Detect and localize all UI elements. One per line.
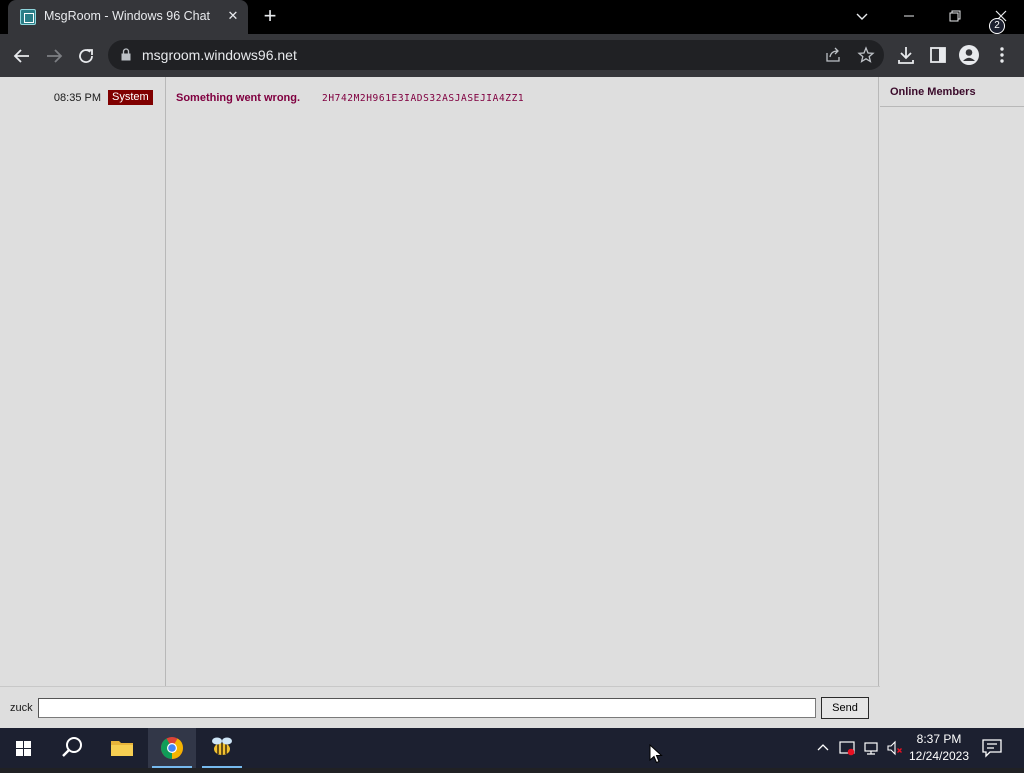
address-bar[interactable]: msgroom.windows96.net (108, 40, 884, 70)
message-text: Something went wrong. (176, 92, 301, 104)
clock-date: 12/24/2023 (908, 749, 970, 763)
chevron-up-icon[interactable] (814, 739, 832, 757)
security-icon[interactable] (838, 739, 856, 757)
message-input-row: zuck Send (0, 686, 880, 728)
bee-app-icon (212, 737, 232, 755)
share-icon[interactable] (824, 46, 842, 64)
file-explorer-icon[interactable] (98, 728, 146, 768)
msgroom-page: 08:35 PM System Something went wrong. 2H… (0, 77, 1024, 728)
window96-favicon (20, 9, 36, 25)
network-icon[interactable] (862, 739, 880, 757)
new-tab-icon[interactable]: + (258, 5, 282, 29)
windows-taskbar: 8:37 PM 12/24/2023 (0, 728, 1024, 768)
profile-icon[interactable] (958, 44, 980, 66)
system-badge: System (108, 90, 153, 105)
url-text[interactable]: msgroom.windows96.net (142, 47, 297, 63)
tab-title: MsgRoom - Windows 96 Chat (44, 9, 211, 23)
browser-titlebar: MsgRoom - Windows 96 Chat ✕ + (0, 0, 1024, 34)
message-input[interactable] (38, 698, 816, 718)
tab-close-icon[interactable]: ✕ (224, 7, 242, 25)
back-arrow-icon[interactable] (8, 42, 36, 70)
bee-app-taskbar-button[interactable] (198, 728, 246, 768)
menu-dots-icon[interactable] (991, 44, 1013, 66)
download-icon[interactable] (895, 44, 917, 66)
message-time: 08:35 PM (53, 92, 101, 104)
forward-arrow-icon[interactable] (40, 42, 68, 70)
message-meta-column: 08:35 PM System (0, 77, 166, 686)
chat-log: Something went wrong. 2H742M2H961E3IADS3… (167, 77, 879, 686)
online-members-panel: Online Members (880, 77, 1024, 728)
windows-start-icon[interactable] (0, 728, 48, 768)
send-button[interactable]: Send (821, 697, 869, 719)
mouse-cursor-icon (649, 744, 663, 764)
nickname-label[interactable]: zuck (10, 702, 33, 714)
browser-tab[interactable]: MsgRoom - Windows 96 Chat ✕ (8, 0, 248, 34)
members-header: Online Members (880, 77, 1024, 107)
system-clock[interactable]: 8:37 PM 12/24/2023 (904, 731, 974, 765)
star-icon[interactable] (857, 46, 875, 64)
notification-icon[interactable] (980, 737, 1004, 759)
search-icon[interactable] (48, 728, 96, 768)
reload-icon[interactable] (72, 42, 100, 70)
restore-icon[interactable] (932, 0, 978, 32)
notification-count-badge: 2 (989, 18, 1005, 34)
members-title: Online Members (890, 86, 976, 98)
tab-search-icon[interactable] (852, 8, 872, 26)
minimize-icon[interactable] (886, 0, 932, 32)
message-code: 2H742M2H961E3IADS32ASJASEJIA4ZZ1 (322, 93, 525, 104)
chrome-taskbar-button[interactable] (148, 728, 196, 768)
clock-time: 8:37 PM (916, 732, 962, 746)
chrome-icon (161, 737, 183, 759)
lock-icon[interactable] (121, 48, 131, 61)
side-panel-icon[interactable] (927, 44, 949, 66)
volume-muted-icon[interactable] (886, 739, 904, 757)
